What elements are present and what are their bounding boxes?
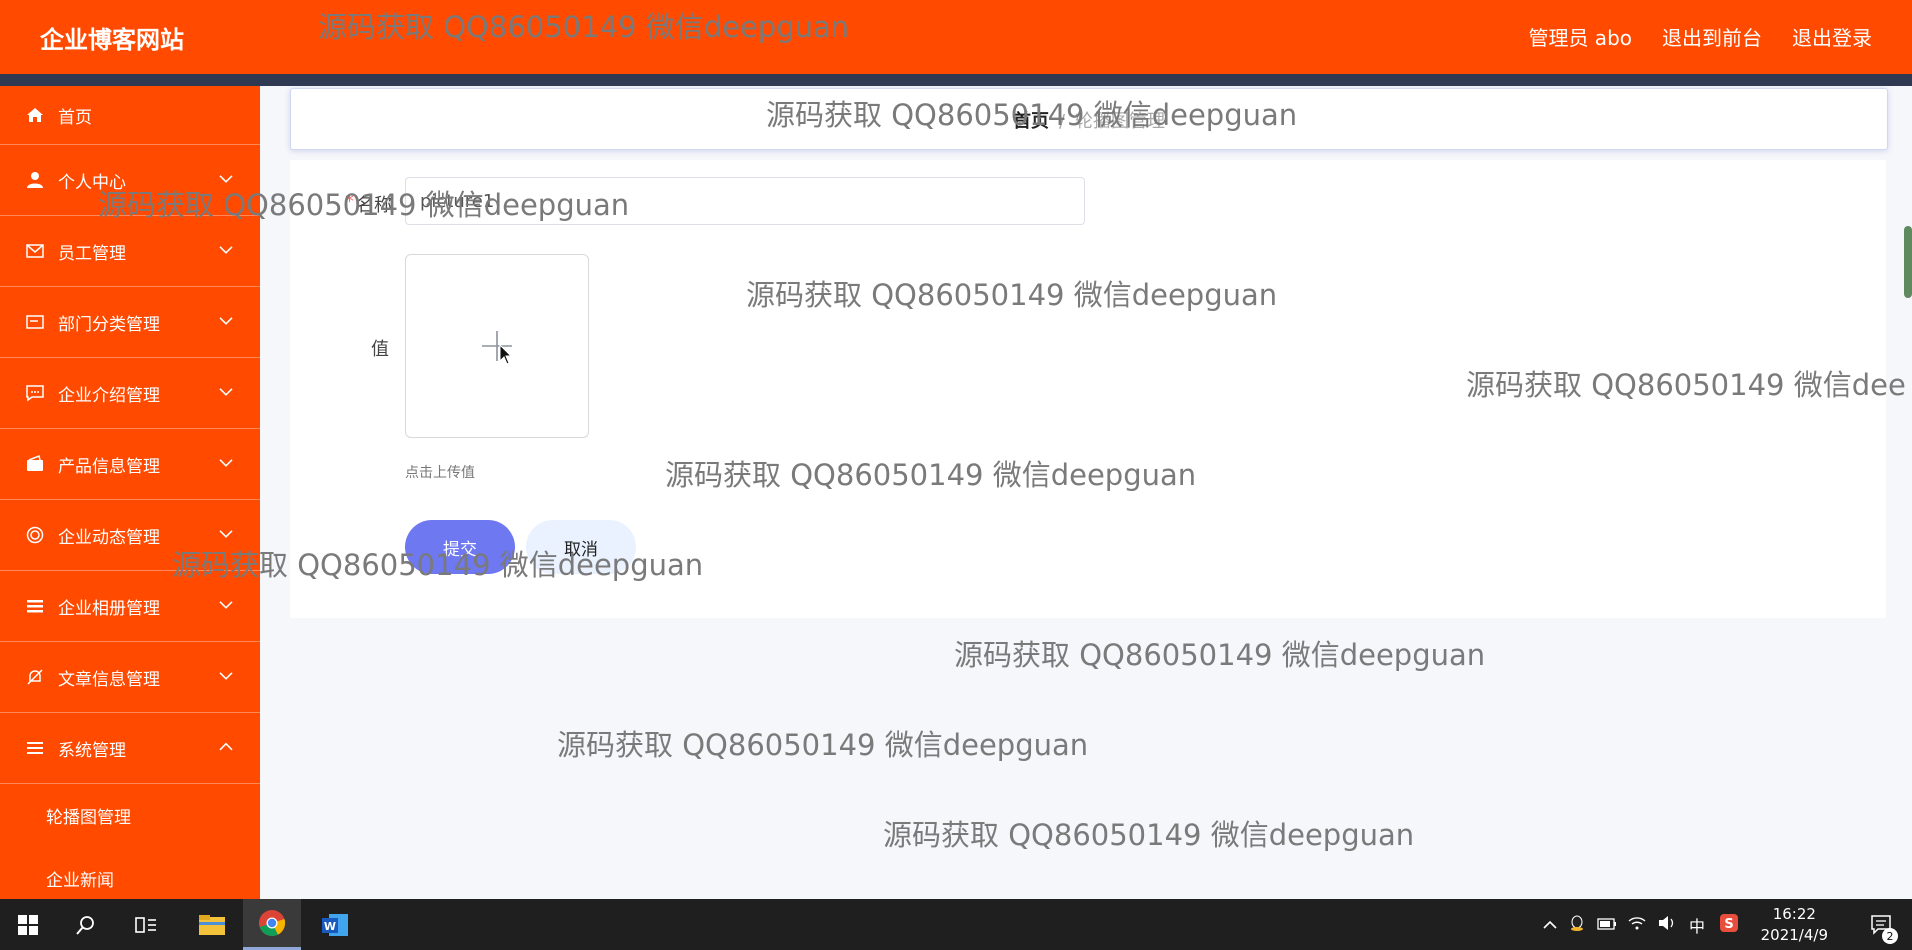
breadcrumb-current: 轮播图管理: [1075, 111, 1166, 132]
windows-taskbar: W 中 S 16:22 2021/4/9 2: [0, 899, 1912, 950]
header-nav: 管理员 abo 退出到前台 退出登录: [1528, 22, 1872, 51]
user-icon: [24, 169, 46, 191]
mail-icon: [24, 240, 46, 262]
word-icon[interactable]: W: [310, 899, 360, 950]
sidebar-subitem-carousel[interactable]: 轮播图管理: [0, 784, 260, 847]
sidebar-item-employee[interactable]: 员工管理: [0, 216, 260, 287]
sidebar-item-label: 文章信息管理: [58, 669, 160, 690]
chevron-down-icon: [219, 246, 233, 254]
cancel-button[interactable]: 取消: [526, 520, 636, 574]
battery-icon[interactable]: [1592, 915, 1622, 934]
breadcrumb-home[interactable]: 首页: [1013, 111, 1049, 132]
chevron-up-icon: [219, 742, 233, 751]
image-uploader[interactable]: [405, 254, 589, 438]
sidebar-item-label: 企业动态管理: [58, 527, 160, 548]
sidebar-item-product[interactable]: 产品信息管理: [0, 429, 260, 500]
notification-icon[interactable]: 2: [1862, 899, 1902, 950]
logout-link[interactable]: 退出登录: [1792, 22, 1872, 51]
sidebar-item-label: 企业介绍管理: [58, 385, 160, 406]
page-scrollbar[interactable]: [1904, 226, 1912, 298]
sidebar: 首页 个人中心 员工管理 部门分类管理 企业介绍管理 产品信息管理 企业动态管理…: [0, 86, 260, 899]
wallet-icon: [24, 453, 46, 475]
system-tray: 中 S: [1538, 899, 1746, 950]
chat-icon: [24, 382, 46, 404]
breadcrumb: 首页 / 轮播图管理: [290, 88, 1888, 150]
task-view-icon[interactable]: [126, 899, 166, 950]
volume-icon[interactable]: [1652, 915, 1682, 935]
sidebar-item-album[interactable]: 企业相册管理: [0, 571, 260, 642]
chevron-down-icon: [219, 601, 233, 609]
search-icon[interactable]: [66, 899, 106, 950]
sidebar-item-company-intro[interactable]: 企业介绍管理: [0, 358, 260, 429]
home-icon: [24, 104, 46, 126]
plus-icon: [482, 331, 512, 361]
sidebar-item-personal-center[interactable]: 个人中心: [0, 145, 260, 216]
windows-start-icon[interactable]: [8, 899, 48, 950]
qq-icon[interactable]: [1562, 914, 1592, 936]
svg-text:S: S: [1724, 917, 1733, 932]
list-icon: [24, 595, 46, 617]
sogou-icon[interactable]: S: [1712, 913, 1746, 937]
sidebar-item-label: 系统管理: [58, 740, 126, 761]
sidebar-item-label: 员工管理: [58, 243, 126, 264]
chevron-down-icon: [219, 388, 233, 396]
sidebar-item-label: 个人中心: [58, 172, 126, 193]
name-label: 名称: [356, 195, 392, 216]
notification-count-badge: 2: [1882, 928, 1898, 944]
target-icon: [24, 524, 46, 546]
sidebar-item-label: 首页: [58, 107, 92, 128]
sidebar-item-company-news[interactable]: 企业动态管理: [0, 500, 260, 571]
watermark-text: 源码获取 QQ86050149 微信deepguan: [954, 638, 1486, 672]
file-explorer-icon[interactable]: [190, 899, 234, 950]
clock-date: 2021/4/9: [1760, 926, 1828, 944]
sidebar-subitem-news[interactable]: 企业新闻: [0, 847, 260, 899]
card-icon: [24, 311, 46, 333]
breadcrumb-separator: /: [1058, 111, 1066, 132]
exit-to-frontend-link[interactable]: 退出到前台: [1662, 22, 1762, 51]
sidebar-item-department[interactable]: 部门分类管理: [0, 287, 260, 358]
sidebar-item-home[interactable]: 首页: [0, 86, 260, 145]
chevron-down-icon: [219, 672, 233, 680]
wifi-icon[interactable]: [1622, 915, 1652, 935]
chevron-down-icon: [219, 459, 233, 467]
bell-off-icon: [24, 666, 46, 688]
sidebar-item-system[interactable]: 系统管理: [0, 713, 260, 784]
taskbar-clock[interactable]: 16:22 2021/4/9: [1761, 904, 1828, 946]
chrome-icon[interactable]: [243, 899, 301, 950]
admin-user-link[interactable]: 管理员 abo: [1528, 22, 1632, 51]
site-title: 企业博客网站: [40, 26, 184, 54]
submit-button[interactable]: 提交: [405, 520, 515, 574]
chevron-down-icon: [219, 530, 233, 538]
sidebar-item-label: 产品信息管理: [58, 456, 160, 477]
svg-text:W: W: [324, 920, 336, 933]
name-input[interactable]: [405, 177, 1085, 225]
sidebar-subitem-label: 企业新闻: [46, 871, 114, 891]
header-divider-strip: [0, 74, 1912, 86]
required-asterisk: *: [345, 191, 354, 212]
sidebar-item-label: 部门分类管理: [58, 314, 160, 335]
clock-time: 16:22: [1772, 905, 1816, 923]
menu-icon: [24, 737, 46, 759]
top-header: 企业博客网站 管理员 abo 退出到前台 退出登录: [0, 0, 1912, 74]
upload-tip: 点击上传值: [405, 465, 475, 481]
watermark-text: 源码获取 QQ86050149 微信deepguan: [557, 728, 1089, 762]
tray-expand-icon[interactable]: [1538, 915, 1562, 934]
value-label: 值: [371, 339, 389, 360]
sidebar-subitem-label: 轮播图管理: [46, 808, 131, 828]
watermark-text: 源码获取 QQ86050149 微信deepguan: [883, 818, 1415, 852]
input-method-indicator[interactable]: 中: [1682, 913, 1712, 937]
chevron-down-icon: [219, 317, 233, 325]
sidebar-item-label: 企业相册管理: [58, 598, 160, 619]
sidebar-item-article[interactable]: 文章信息管理: [0, 642, 260, 713]
chevron-down-icon: [219, 175, 233, 183]
mouse-cursor-icon: [499, 344, 513, 365]
